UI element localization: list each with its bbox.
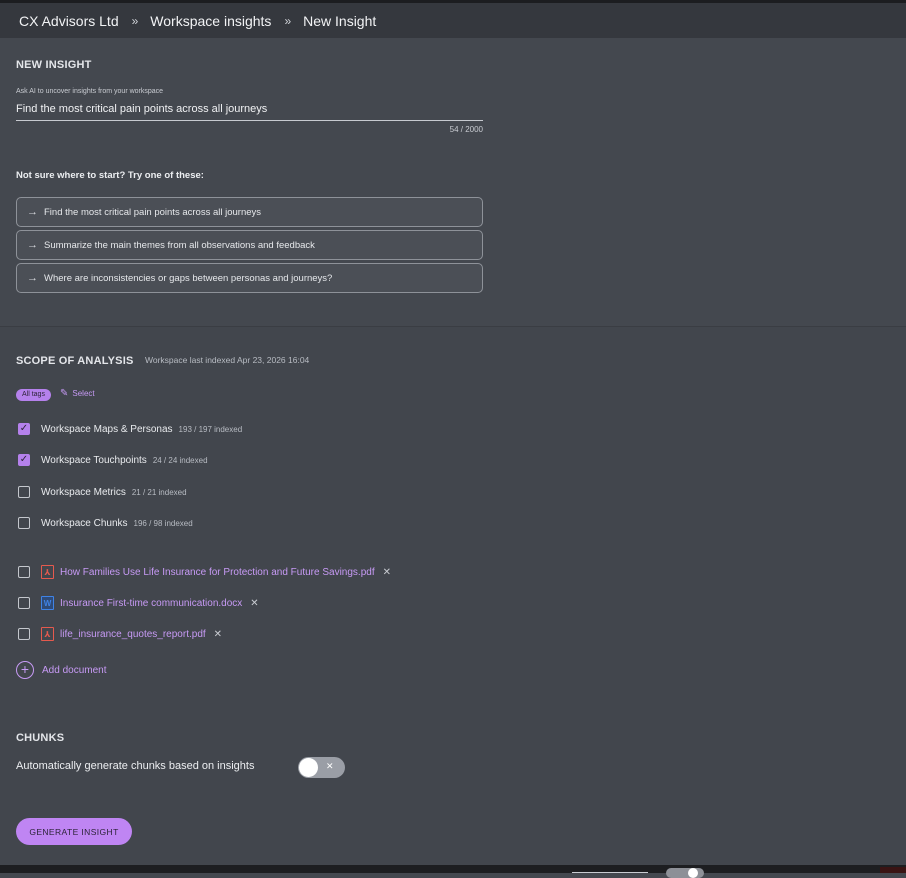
index-count: 24 / 24 indexed: [152, 455, 208, 465]
breadcrumb-item-workspace-insights[interactable]: Workspace insights: [150, 13, 271, 29]
source-label: Workspace Chunks: [41, 517, 128, 529]
close-icon: ✕: [326, 761, 334, 771]
suggestions-title: Not sure where to start? Try one of thes…: [16, 170, 204, 181]
character-counter: 54 / 2000: [449, 125, 483, 134]
suggestion-button[interactable]: → Where are inconsistencies or gaps betw…: [16, 263, 483, 293]
remove-document-icon[interactable]: ✕: [383, 567, 391, 578]
source-checkbox[interactable]: [18, 423, 30, 435]
source-label: Workspace Touchpoints: [41, 454, 147, 466]
suggestion-label: Find the most critical pain points acros…: [44, 206, 262, 218]
toggle-knob: [299, 758, 318, 777]
suggestion-label: Summarize the main themes from all obser…: [44, 239, 315, 251]
pencil-icon: ✎: [60, 388, 69, 399]
select-tags-button[interactable]: ✎ Select: [60, 388, 95, 399]
source-checkbox[interactable]: [18, 486, 30, 498]
pdf-file-icon: ⅄: [41, 565, 54, 579]
auto-generate-toggle[interactable]: ✕: [298, 757, 345, 778]
plus-circle-icon: +: [16, 661, 34, 679]
arrow-right-icon: →: [27, 272, 38, 284]
arrow-right-icon: →: [27, 206, 38, 218]
pdf-file-icon: ⅄: [41, 627, 54, 641]
breadcrumb-item-current: New Insight: [303, 12, 377, 29]
breadcrumb: CX Advisors Ltd » Workspace insights » N…: [0, 0, 906, 38]
source-row-metrics: Workspace Metrics 21 / 21 indexed: [18, 485, 187, 499]
document-name[interactable]: Insurance First-time communication.docx: [60, 598, 242, 609]
source-label: Workspace Metrics: [41, 486, 126, 498]
select-label: Select: [72, 389, 95, 398]
breadcrumb-item-org[interactable]: CX Advisors Ltd: [19, 13, 119, 29]
suggestion-label: Where are inconsistencies or gaps betwee…: [44, 272, 333, 284]
breadcrumb-separator-icon: »: [131, 13, 139, 28]
bottom-bar-status: [880, 867, 906, 873]
all-tags-chip[interactable]: All tags: [16, 389, 51, 401]
new-insight-title: NEW INSIGHT: [16, 59, 92, 71]
add-document-label: Add document: [42, 664, 107, 676]
suggestion-button[interactable]: → Summarize the main themes from all obs…: [16, 230, 483, 260]
generate-insight-button[interactable]: GENERATE INSIGHT: [16, 818, 132, 845]
index-count: 21 / 21 indexed: [131, 487, 187, 497]
source-checkbox[interactable]: [18, 517, 30, 529]
index-count: 196 / 98 indexed: [133, 518, 193, 528]
ask-label: Ask AI to uncover insights from your wor…: [16, 88, 164, 95]
source-row-chunks: Workspace Chunks 196 / 98 indexed: [18, 516, 193, 530]
source-label: Workspace Maps & Personas: [41, 423, 173, 435]
suggestion-button[interactable]: → Find the most critical pain points acr…: [16, 197, 483, 227]
index-count: 193 / 197 indexed: [178, 424, 243, 434]
question-input[interactable]: [16, 98, 483, 121]
auto-generate-label: Automatically generate chunks based on i…: [16, 760, 255, 772]
last-indexed-note: Workspace last indexed Apr 23, 2026 16:0…: [145, 355, 310, 365]
document-row: ⅄ How Families Use Life Insurance for Pr…: [18, 565, 391, 579]
add-document-button[interactable]: + Add document: [16, 661, 107, 679]
source-row-maps-personas: Workspace Maps & Personas 193 / 197 inde…: [18, 422, 242, 436]
document-name[interactable]: life_insurance_quotes_report.pdf: [60, 629, 206, 640]
document-checkbox[interactable]: [18, 628, 30, 640]
document-checkbox[interactable]: [18, 597, 30, 609]
scope-title: SCOPE OF ANALYSIS: [16, 355, 134, 367]
source-row-touchpoints: Workspace Touchpoints 24 / 24 indexed: [18, 453, 208, 467]
document-row: ⅄ life_insurance_quotes_report.pdf ✕: [18, 627, 222, 641]
chunks-title: CHUNKS: [16, 732, 65, 744]
arrow-right-icon: →: [27, 239, 38, 251]
bottom-bar-toggle[interactable]: [666, 868, 704, 878]
remove-document-icon[interactable]: ✕: [214, 629, 222, 640]
document-checkbox[interactable]: [18, 566, 30, 578]
breadcrumb-separator-icon: »: [284, 13, 291, 28]
remove-document-icon[interactable]: ✕: [250, 598, 258, 609]
word-file-icon: W: [41, 596, 54, 610]
source-checkbox[interactable]: [18, 454, 30, 466]
bottom-bar: [0, 865, 906, 878]
document-row: W Insurance First-time communication.doc…: [18, 596, 259, 610]
document-name[interactable]: How Families Use Life Insurance for Prot…: [60, 567, 375, 578]
